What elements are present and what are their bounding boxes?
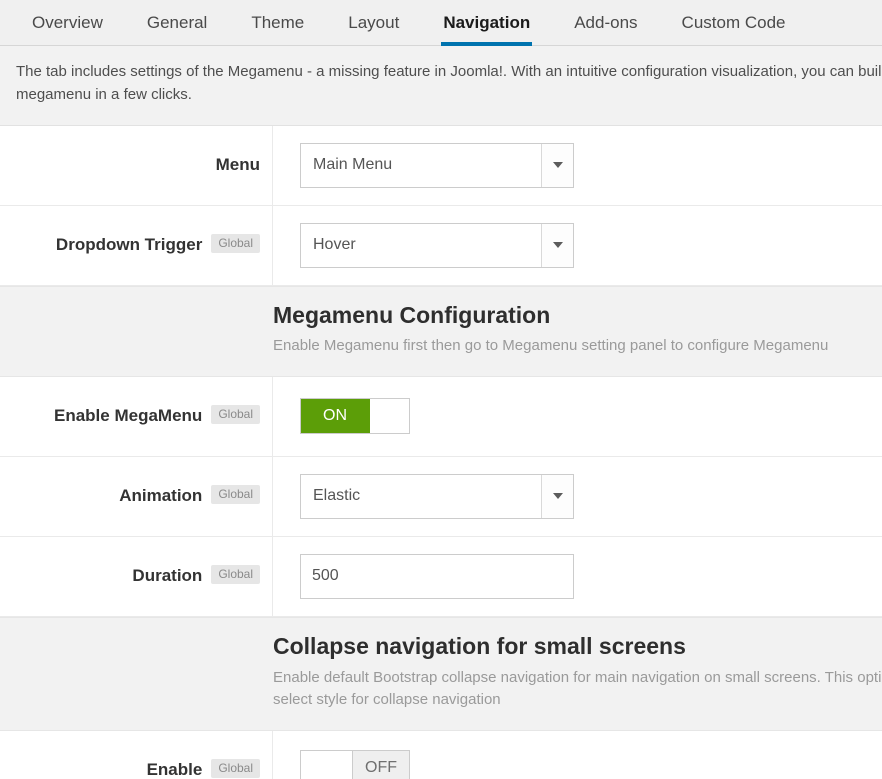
field-row-duration: Duration Global (0, 536, 882, 617)
tab-bar: Overview General Theme Layout Navigation… (0, 0, 882, 46)
menu-select-value: Main Menu (313, 156, 393, 173)
collapse-enable-toggle[interactable]: OFF (300, 750, 410, 779)
field-label-enable-megamenu-value: Enable MegaMenu (54, 406, 203, 426)
field-label-duration: Duration Global (0, 536, 273, 616)
tab-custom-code-label: Custom Code (681, 13, 786, 32)
tab-general-label: General (146, 13, 208, 32)
enable-megamenu-toggle[interactable]: ON (300, 398, 410, 435)
tab-custom-code[interactable]: Custom Code (660, 14, 808, 45)
field-control-duration (273, 553, 882, 599)
field-row-collapse-enable: Enable Global OFF (0, 730, 882, 779)
tab-navigation-label: Navigation (443, 13, 531, 32)
field-control-enable-megamenu: ON (273, 398, 882, 435)
tab-description: The tab includes settings of the Megamen… (0, 46, 882, 126)
animation-select[interactable]: Elastic (300, 473, 574, 519)
field-row-enable-megamenu: Enable MegaMenu Global ON (0, 376, 882, 457)
field-control-animation: Elastic (273, 473, 882, 519)
field-label-enable-megamenu-text: Enable MegaMenu Global (54, 405, 260, 426)
field-label-animation-value: Animation (119, 486, 203, 506)
field-label-dropdown-trigger-value: Dropdown Trigger (55, 234, 203, 254)
field-label-animation-text: Animation Global (119, 485, 260, 506)
field-row-menu: Menu Main Menu (0, 125, 882, 206)
dropdown-trigger-select-value: Hover (313, 236, 356, 253)
field-row-dropdown-trigger: Dropdown Trigger Global Hover (0, 205, 882, 286)
field-label-dropdown-trigger-text: Dropdown Trigger Global (55, 234, 260, 255)
field-label-menu-text: Menu (215, 155, 260, 174)
field-label-collapse-enable-value: Enable (146, 759, 203, 779)
tab-theme[interactable]: Theme (229, 14, 326, 45)
tab-add-ons[interactable]: Add-ons (552, 14, 659, 45)
collapse-enable-toggle-off-label: OFF (353, 751, 409, 779)
tab-description-text: The tab includes settings of the Megamen… (16, 63, 882, 104)
menu-select[interactable]: Main Menu (300, 142, 574, 188)
collapse-enable-toggle-knob[interactable] (301, 751, 353, 779)
tab-theme-label: Theme (251, 13, 305, 32)
tab-overview-label: Overview (32, 13, 103, 32)
tab-add-ons-label: Add-ons (574, 13, 638, 32)
global-badge: Global (211, 759, 260, 778)
dropdown-trigger-select[interactable]: Hover (300, 222, 574, 268)
field-label-enable-megamenu: Enable MegaMenu Global (0, 376, 273, 456)
field-label-menu: Menu (0, 125, 273, 205)
field-label-duration-value: Duration (132, 566, 203, 586)
enable-megamenu-toggle-on-label: ON (301, 399, 370, 434)
chevron-down-icon[interactable] (541, 223, 573, 267)
settings-page: Overview General Theme Layout Navigation… (0, 0, 882, 779)
field-label-collapse-enable: Enable Global (0, 730, 273, 779)
field-control-dropdown-trigger: Hover (273, 222, 882, 268)
tab-layout-label: Layout (348, 13, 400, 32)
section-megamenu-description: Enable Megamenu first then go to Megamen… (273, 337, 829, 355)
field-label-duration-text: Duration Global (132, 565, 260, 586)
field-control-menu: Main Menu (273, 142, 882, 188)
tab-overview[interactable]: Overview (10, 14, 125, 45)
section-megamenu-title: Megamenu Configuration (273, 301, 551, 328)
section-collapse-navigation: Collapse navigation for small screens En… (0, 616, 882, 731)
chevron-down-icon[interactable] (541, 143, 573, 187)
global-badge: Global (211, 565, 260, 585)
global-badge: Global (211, 405, 260, 425)
duration-input[interactable] (300, 553, 574, 599)
section-collapse-description: Enable default Bootstrap collapse naviga… (273, 668, 882, 709)
global-badge: Global (211, 485, 260, 505)
section-collapse-title: Collapse navigation for small screens (273, 632, 686, 659)
chevron-down-icon[interactable] (541, 474, 573, 518)
tab-navigation[interactable]: Navigation (421, 13, 552, 46)
field-label-collapse-enable-text: Enable Global (146, 759, 260, 779)
section-megamenu-configuration: Megamenu Configuration Enable Megamenu f… (0, 285, 882, 377)
global-badge: Global (211, 234, 260, 253)
field-row-animation: Animation Global Elastic (0, 456, 882, 537)
tab-general[interactable]: General (125, 14, 229, 45)
field-label-dropdown-trigger: Dropdown Trigger Global (0, 205, 273, 285)
animation-select-value: Elastic (313, 487, 361, 505)
field-control-collapse-enable: OFF (273, 750, 882, 779)
tab-layout[interactable]: Layout (326, 14, 421, 45)
enable-megamenu-toggle-knob[interactable] (370, 399, 409, 434)
field-label-animation: Animation Global (0, 456, 273, 536)
